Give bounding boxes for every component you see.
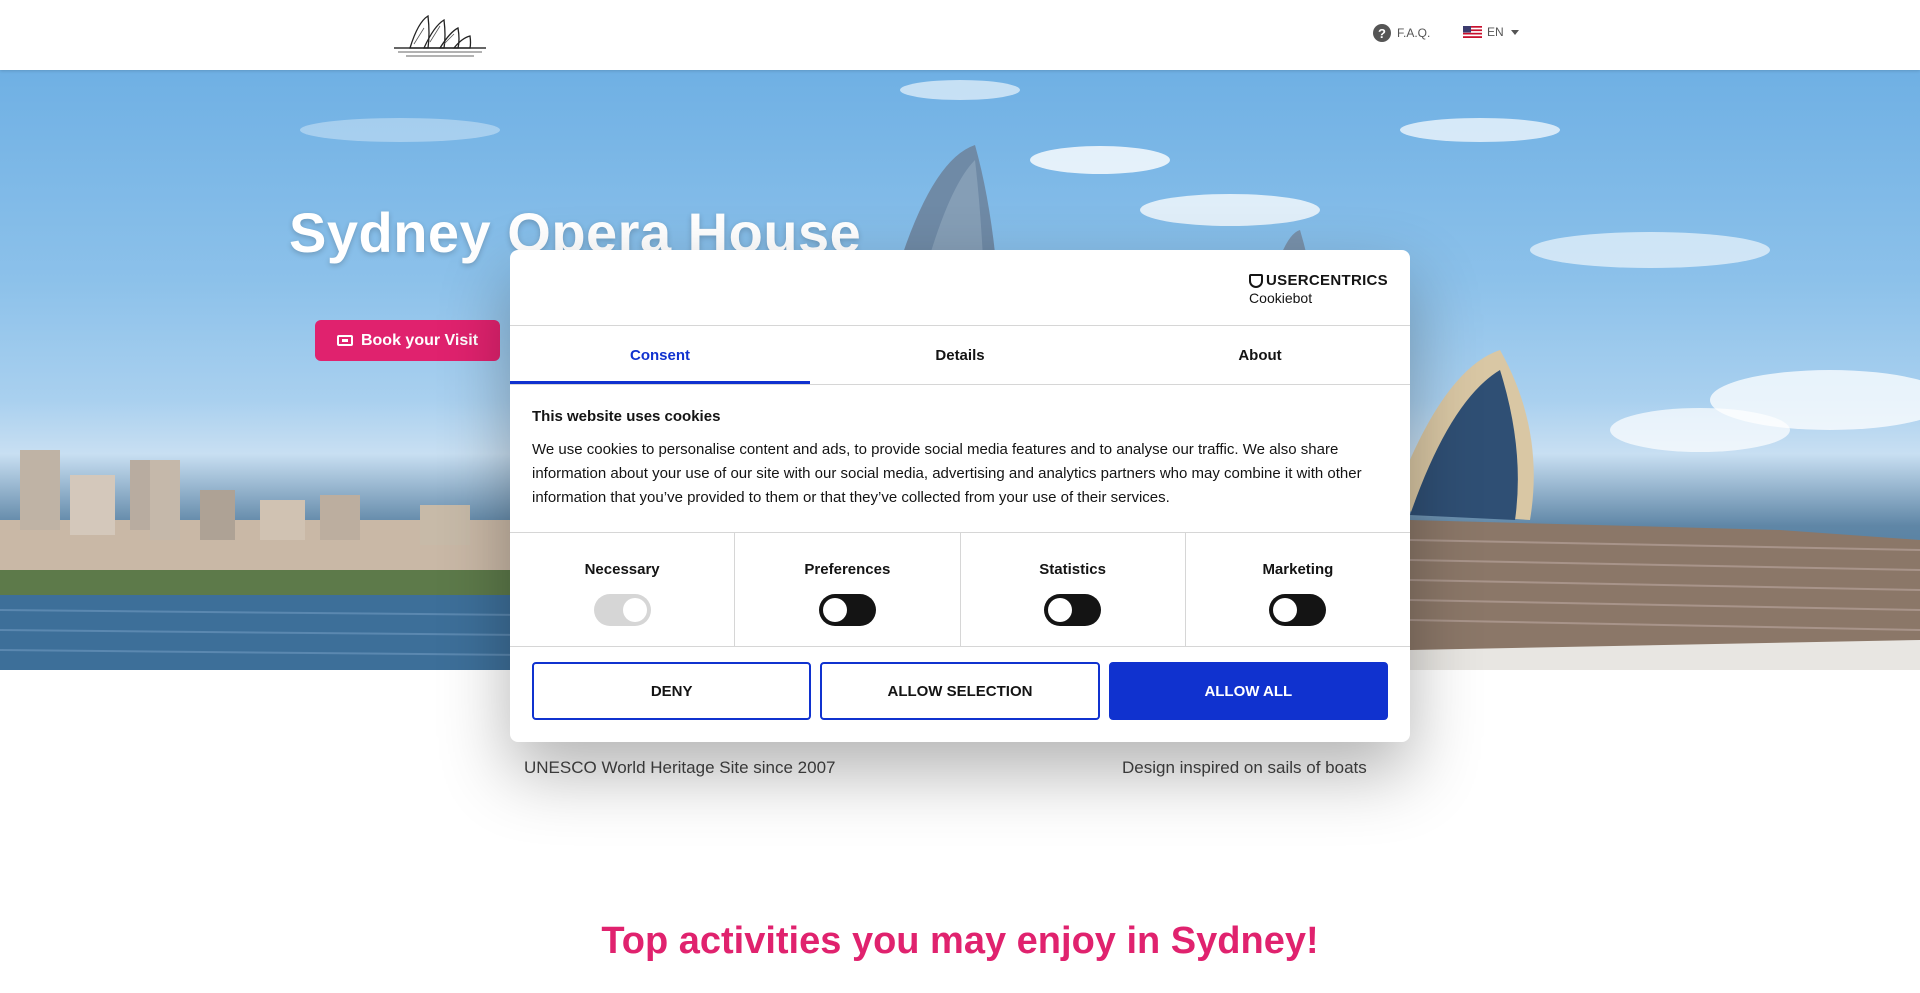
- allow-selection-button[interactable]: ALLOW SELECTION: [820, 662, 1100, 720]
- necessary-toggle: [593, 594, 651, 626]
- language-selector[interactable]: EN: [1463, 25, 1519, 39]
- cookie-buttons: DENY ALLOW SELECTION ALLOW ALL: [532, 662, 1388, 720]
- book-visit-label: Book your Visit: [360, 331, 479, 349]
- tab-consent[interactable]: Consent: [510, 326, 810, 384]
- preferences-toggle[interactable]: [818, 594, 876, 626]
- cookie-consent-dialog: USERCENTRICS Cookiebot Consent Details A…: [510, 250, 1410, 742]
- faq-link[interactable]: ? F.A.Q.: [1373, 24, 1430, 42]
- category-preferences: Preferences: [735, 533, 961, 646]
- brand-subtitle: Cookiebot: [1249, 290, 1313, 306]
- category-label: Statistics: [1039, 561, 1106, 578]
- category-label: Necessary: [584, 561, 660, 578]
- marketing-toggle[interactable]: [1269, 594, 1327, 626]
- caret-down-icon: [1510, 29, 1519, 35]
- brand-name: USERCENTRICS: [1266, 272, 1388, 289]
- category-marketing: Marketing: [1186, 533, 1410, 646]
- category-label: Marketing: [1262, 561, 1334, 578]
- deny-button[interactable]: DENY: [532, 662, 812, 720]
- opera-house-logo[interactable]: [388, 8, 492, 60]
- cookie-title: This website uses cookies: [532, 408, 721, 425]
- site-header: ? F.A.Q. EN: [0, 0, 1920, 70]
- divider: [510, 384, 1410, 385]
- help-circle-icon: ?: [1373, 24, 1391, 42]
- cookie-categories: Necessary Preferences Statistics Marketi…: [510, 533, 1410, 646]
- category-necessary: Necessary: [510, 533, 736, 646]
- faq-label: F.A.Q.: [1397, 26, 1431, 40]
- us-flag-icon: [1463, 26, 1482, 38]
- tab-about[interactable]: About: [1110, 326, 1410, 384]
- cookie-description: We use cookies to personalise content an…: [532, 441, 1362, 506]
- tab-details[interactable]: Details: [810, 326, 1110, 384]
- book-visit-button[interactable]: Book your Visit: [315, 320, 500, 361]
- feature-unesco: UNESCO World Heritage Site since 2007: [524, 758, 836, 777]
- language-label: EN: [1487, 25, 1504, 39]
- divider: [510, 646, 1410, 647]
- feature-sails: Design inspired on sails of boats: [1122, 758, 1367, 777]
- shield-icon: [1249, 273, 1264, 288]
- category-label: Preferences: [804, 561, 891, 578]
- ticket-icon: [336, 335, 353, 346]
- usercentrics-cookiebot-logo: USERCENTRICS Cookiebot: [1249, 272, 1388, 306]
- statistics-toggle[interactable]: [1044, 594, 1102, 626]
- section-title: Top activities you may enjoy in Sydney!: [601, 920, 1319, 962]
- category-statistics: Statistics: [961, 533, 1186, 646]
- allow-all-button[interactable]: ALLOW ALL: [1108, 662, 1388, 720]
- cookie-tabs: Consent Details About: [510, 326, 1410, 384]
